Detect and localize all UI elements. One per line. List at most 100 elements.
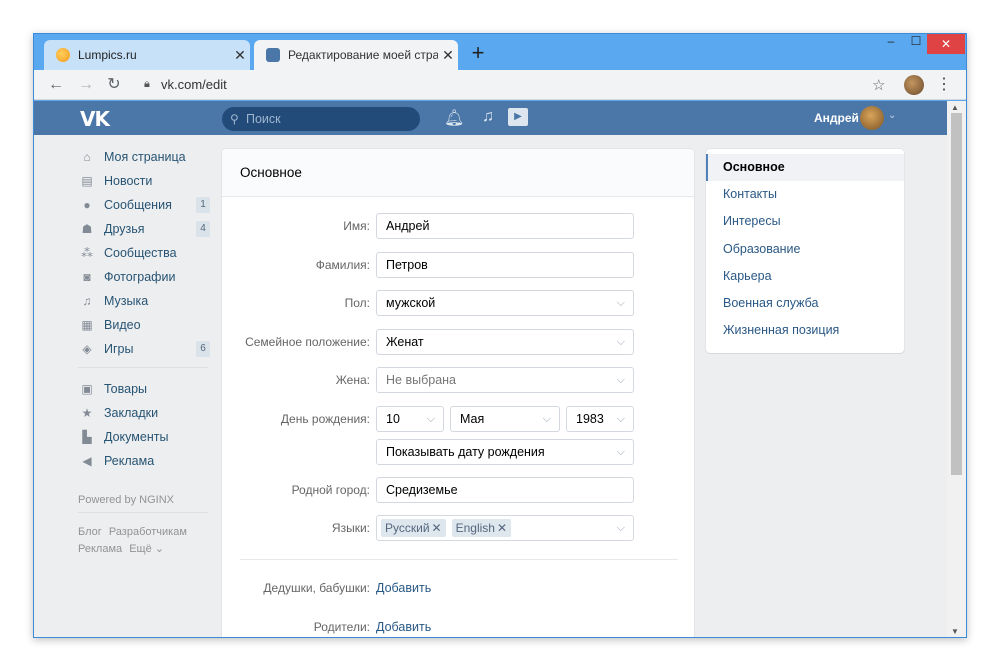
profile-avatar[interactable] [904,75,924,95]
close-window-button[interactable]: ✕ [927,34,965,54]
sidebar-item-groups[interactable]: ⁂ Сообщества [78,242,210,264]
notifications-bell-icon[interactable]: 🔔︎ [444,108,464,128]
birthday-visibility-select[interactable]: Показывать дату рождения ⌵ [376,439,634,465]
spouse-select[interactable]: Не выбрана ⌵ [376,367,634,393]
first-name-input[interactable]: Андрей [376,213,634,239]
play-button-icon[interactable]: ▶ [508,108,528,126]
music-icon: ♫ [82,294,92,308]
sidebar-item-label: Новости [104,174,153,188]
first-name-label: Имя: [343,219,370,233]
add-grandparents-link[interactable]: Добавить [376,581,431,595]
browser-menu-icon[interactable]: ⋮ [936,74,952,94]
sidebar-divider [78,367,208,368]
languages-select[interactable]: Русский ✕ English ✕ ⌵ [376,515,634,541]
birthday-year-select[interactable]: 1983 ⌵ [566,406,634,432]
new-tab-button[interactable]: + [466,42,490,66]
sidebar-item-label: Реклама [104,454,155,468]
address-bar[interactable]: 🔒︎ vk.com/edit [134,73,900,97]
home-icon: ⌂ [83,150,91,164]
grandparents-label: Дедушки, бабушки: [263,581,370,595]
music-note-icon[interactable]: ♫ [482,108,494,126]
footer-links-row2: Реклама Ещё ⌄ [78,542,164,555]
languages-label: Языки: [331,521,370,535]
parents-label: Родители: [313,620,370,634]
header-user-name[interactable]: Андрей [814,111,859,125]
back-button[interactable]: ← [46,75,66,95]
reload-button[interactable]: ↻ [104,75,124,95]
chevron-down-icon: ⌵ [426,413,435,425]
sidebar-item-bookmarks[interactable]: ★ Закладки [78,402,210,424]
minimize-button[interactable]: – [877,34,905,54]
page-viewport: VK ⚲ Поиск 🔔︎ ♫ ▶ Андрей ⌄ ⌂ Моя страница… [34,101,947,637]
scroll-down-icon[interactable]: ▼ [951,627,959,636]
tab-basic[interactable]: Основное [706,154,904,181]
language-tag-russian: Русский ✕ [381,519,446,537]
tab-close-icon[interactable]: ✕ [230,47,250,64]
documents-icon: ▙ [82,430,92,444]
tab-vk-edit[interactable]: Редактирование моей страниц ✕ [254,40,458,70]
friends-badge: 4 [196,221,210,237]
hometown-input[interactable]: Средиземье [376,477,634,503]
scroll-up-icon[interactable]: ▲ [951,103,959,112]
sidebar-item-friends[interactable]: ☗ Друзья 4 [78,218,210,240]
sidebar-item-news[interactable]: ▤ Новости [78,170,210,192]
vk-favicon-icon [266,48,280,62]
tab-military[interactable]: Военная служба [706,290,904,317]
sidebar-item-documents[interactable]: ▙ Документы [78,426,210,448]
photos-icon: ◙ [83,270,91,284]
birthday-day-select[interactable]: 10 ⌵ [376,406,444,432]
sidebar-item-label: Музыка [104,294,149,308]
tag-label: English [455,521,495,535]
last-name-input[interactable]: Петров [376,252,634,278]
sidebar-item-games[interactable]: ◈ Игры 6 [78,338,210,360]
sidebar-item-messages[interactable]: ● Сообщения 1 [78,194,210,216]
sidebar-item-ads[interactable]: ◀ Реклама [78,450,210,472]
footer-link-blog[interactable]: Блог [78,526,102,538]
maximize-button[interactable]: ☐ [905,34,927,54]
tab-lumpics[interactable]: Lumpics.ru ✕ [44,40,250,70]
tab-close-icon[interactable]: ✕ [438,47,458,64]
chevron-down-icon[interactable]: ⌄ [888,110,896,121]
chevron-down-icon: ⌵ [616,374,625,386]
sidebar-item-my-page[interactable]: ⌂ Моя страница [78,146,210,168]
gender-select[interactable]: мужской ⌵ [376,290,634,316]
video-icon: ▦ [81,318,93,332]
birthday-month-select[interactable]: Мая ⌵ [450,406,560,432]
vk-logo[interactable]: VK [80,107,110,131]
forward-button[interactable]: → [76,75,96,95]
marital-status-select[interactable]: Женат ⌵ [376,329,634,355]
chevron-down-icon: ⌵ [542,413,551,425]
remove-tag-icon[interactable]: ✕ [497,521,507,535]
bookmark-star-icon[interactable]: ☆ [872,76,885,94]
tab-interests[interactable]: Интересы [706,208,904,235]
birthday-month-value: Мая [460,412,485,426]
sidebar-item-label: Сообщества [104,246,177,260]
tab-contacts[interactable]: Контакты [706,181,904,208]
tab-life-position[interactable]: Жизненная позиция [706,317,904,344]
footer-link-more[interactable]: Ещё ⌄ [129,543,164,555]
games-badge: 6 [196,341,210,357]
sidebar-item-music[interactable]: ♫ Музыка [78,290,210,312]
browser-window: Lumpics.ru ✕ Редактирование моей страниц… [33,33,967,638]
search-input[interactable]: ⚲ Поиск [222,107,420,131]
tab-career[interactable]: Карьера [706,263,904,290]
search-placeholder: Поиск [246,112,281,126]
footer-link-developers[interactable]: Разработчикам [109,526,187,538]
footer-link-ads[interactable]: Реклама [78,543,122,555]
tab-education[interactable]: Образование [706,236,904,263]
sidebar-item-goods[interactable]: ▣ Товары [78,378,210,400]
news-icon: ▤ [81,174,93,188]
header-avatar[interactable] [860,106,884,130]
scrollbar-thumb[interactable] [951,113,962,475]
sidebar-item-photos[interactable]: ◙ Фотографии [78,266,210,288]
page-scrollbar[interactable]: ▲ ▼ [947,101,966,637]
birthday-year-value: 1983 [576,412,604,426]
sidebar-item-label: Документы [104,430,169,444]
tab-strip: Lumpics.ru ✕ Редактирование моей страниц… [34,34,966,70]
messages-badge: 1 [196,197,210,213]
goods-icon: ▣ [81,382,93,396]
sidebar-item-video[interactable]: ▦ Видео [78,314,210,336]
sidebar-item-label: Товары [104,382,147,396]
remove-tag-icon[interactable]: ✕ [432,521,442,535]
add-parents-link[interactable]: Добавить [376,620,431,634]
